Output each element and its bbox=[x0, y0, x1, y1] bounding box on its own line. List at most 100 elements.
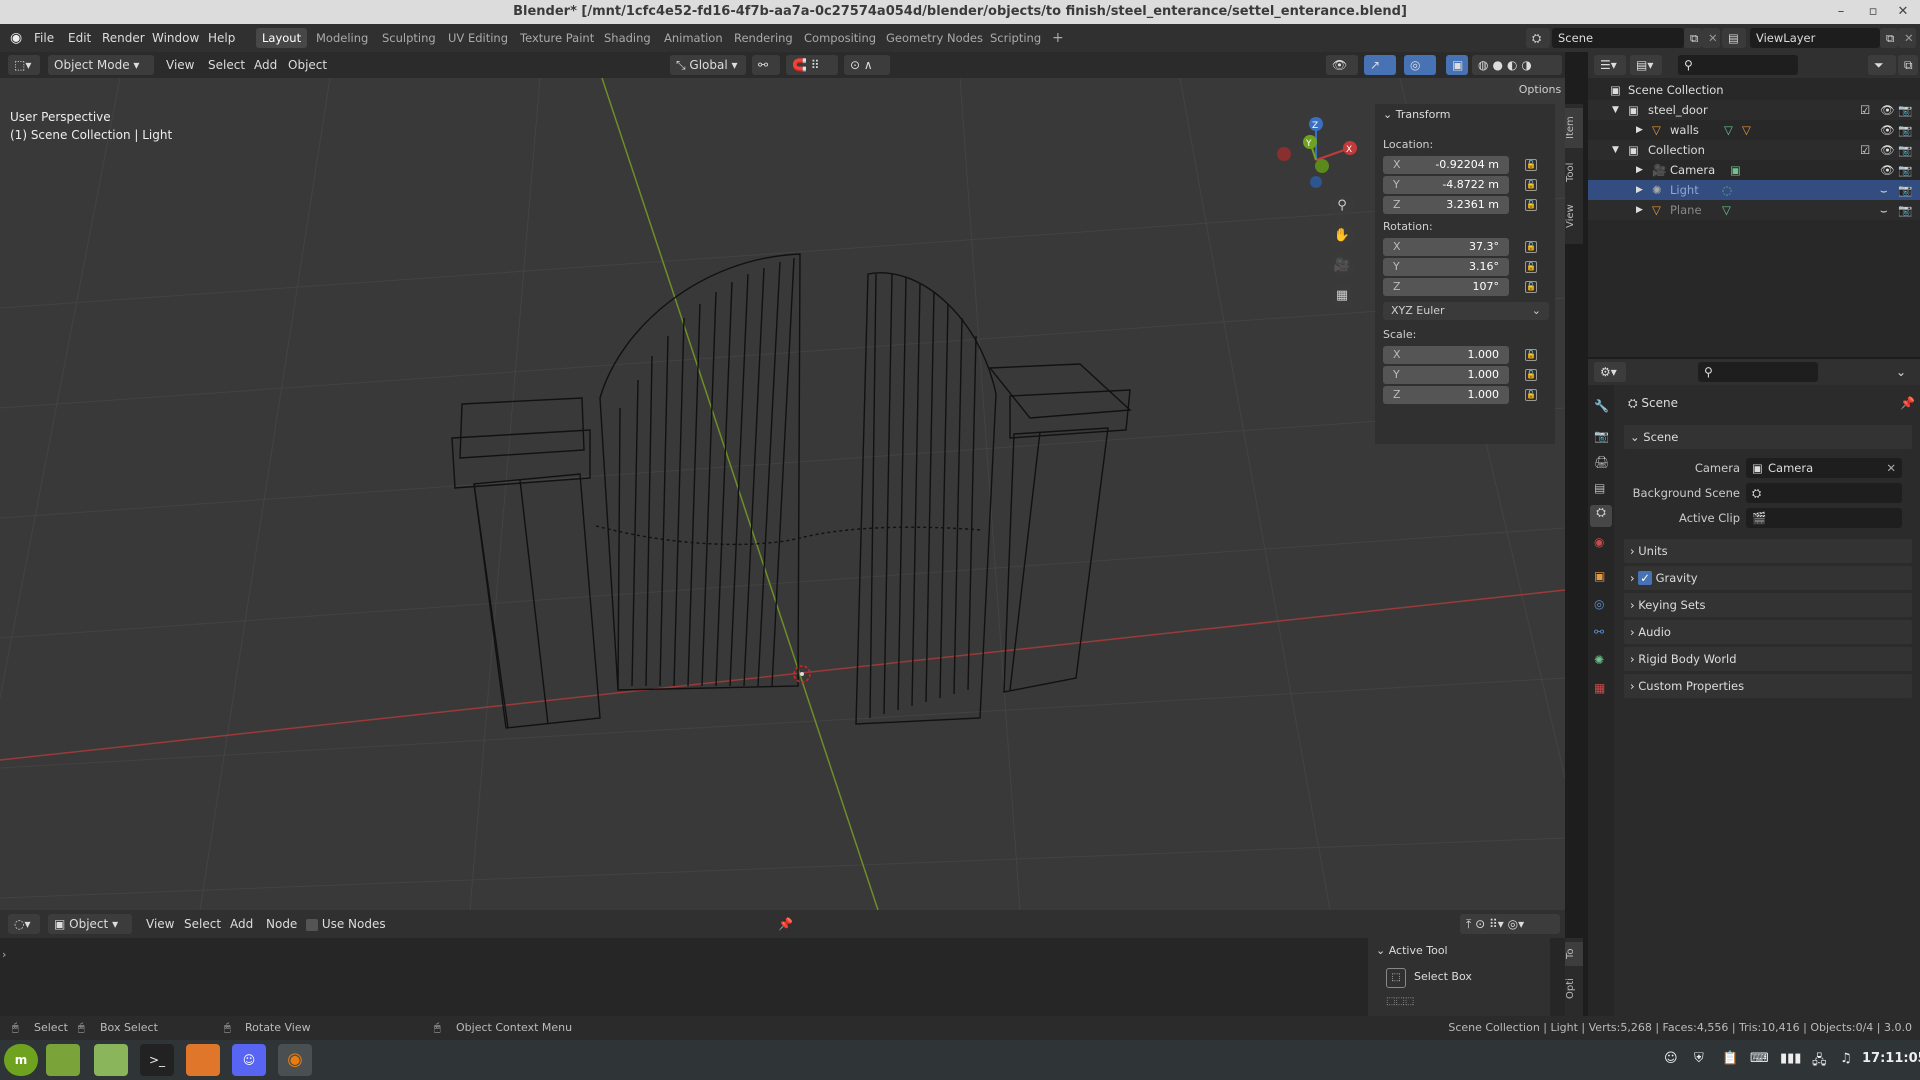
shader-overlay-icons[interactable]: ⤒ ⊙ ⠿▾ ◎▾ bbox=[1460, 914, 1560, 934]
viewport-menu-object[interactable]: Object bbox=[288, 55, 327, 75]
camera-restrict-icon[interactable]: 📷 bbox=[1898, 180, 1912, 200]
constraints-tab-icon[interactable]: ⚯ bbox=[1594, 625, 1604, 639]
viewport-menu-view[interactable]: View bbox=[166, 55, 194, 75]
menu-window[interactable]: Window bbox=[152, 29, 199, 47]
gravity-checkbox[interactable]: ✓ bbox=[1638, 571, 1652, 585]
output-tab-icon[interactable]: 🖨 bbox=[1594, 455, 1609, 469]
location-y-field[interactable]: Y -4.8722 m bbox=[1383, 176, 1509, 194]
ortho-grid-icon[interactable]: ▦ bbox=[1330, 284, 1354, 308]
view-layer-icon[interactable]: ▤ bbox=[1722, 28, 1746, 48]
tab-options-short[interactable]: Opti bbox=[1565, 972, 1583, 1006]
expand-icon[interactable]: ▶ bbox=[1636, 200, 1643, 220]
pin-icon[interactable]: 📌 bbox=[778, 914, 793, 934]
blender-logo-icon[interactable]: ◉ bbox=[10, 29, 22, 47]
tab-modeling[interactable]: Modeling bbox=[310, 28, 374, 48]
expand-icon[interactable]: ▶ bbox=[1636, 120, 1643, 140]
shader-type-dropdown[interactable]: ▣ Object ▾ bbox=[48, 914, 132, 934]
units-section[interactable]: › Units bbox=[1624, 539, 1912, 563]
tab-compositing[interactable]: Compositing bbox=[798, 28, 882, 48]
shader-menu-node[interactable]: Node bbox=[266, 914, 297, 934]
view-layer-selector[interactable]: ViewLayer bbox=[1750, 28, 1880, 48]
snap-icon[interactable]: 🧲 ⠿ bbox=[786, 55, 838, 75]
keying-sets-section[interactable]: › Keying Sets bbox=[1624, 593, 1912, 617]
maximize-button[interactable]: ▫ bbox=[1862, 0, 1884, 24]
lock-icon[interactable]: 🔓 bbox=[1525, 261, 1537, 273]
lock-icon[interactable]: 🔓 bbox=[1525, 241, 1537, 253]
use-nodes-checkbox[interactable] bbox=[306, 918, 318, 931]
outliner-root[interactable]: ▣ Scene Collection bbox=[1588, 80, 1920, 100]
properties-search-input[interactable]: ⚲ bbox=[1698, 362, 1818, 382]
new-view-layer-icon[interactable]: ⧉ bbox=[1880, 28, 1898, 48]
add-workspace-icon[interactable]: + bbox=[1046, 28, 1070, 48]
shader-menu-view[interactable]: View bbox=[146, 914, 174, 934]
scale-z-field[interactable]: Z 1.000 bbox=[1383, 386, 1509, 404]
camera-restrict-icon[interactable]: 📷 bbox=[1898, 200, 1912, 220]
orientation-dropdown[interactable]: ⤡ Global ▾ bbox=[670, 55, 746, 75]
minimize-button[interactable]: – bbox=[1830, 0, 1852, 24]
shader-editor-type-icon[interactable]: ◌▾ bbox=[8, 914, 40, 934]
shader-menu-select[interactable]: Select bbox=[184, 914, 221, 934]
network-icon[interactable]: 🖧 bbox=[1812, 1051, 1827, 1073]
eye-icon[interactable]: 👁 bbox=[1880, 120, 1895, 140]
display-mode-icon[interactable]: ▤▾ bbox=[1630, 55, 1662, 75]
object-data-tab-icon[interactable]: ✺ bbox=[1594, 653, 1604, 667]
remove-scene-icon[interactable]: ✕ bbox=[1702, 28, 1720, 48]
shader-sidebar-toggle-icon[interactable]: › bbox=[2, 948, 6, 961]
scene-tab-icon[interactable]: ⛭ bbox=[1590, 505, 1612, 527]
tab-shading[interactable]: Shading bbox=[598, 28, 657, 48]
physics-tab-icon[interactable]: ◎ bbox=[1594, 597, 1604, 611]
object-tab-icon[interactable]: ▣ bbox=[1594, 569, 1605, 583]
scene-type-icon[interactable]: ⛭ bbox=[1526, 28, 1550, 48]
proportional-edit-icon[interactable]: ⊙ ∧ bbox=[844, 55, 890, 75]
tab-geometry-nodes[interactable]: Geometry Nodes bbox=[880, 28, 989, 48]
lock-icon[interactable]: 🔓 bbox=[1525, 159, 1537, 171]
clipboard-icon[interactable]: 📋 bbox=[1722, 1051, 1738, 1066]
location-z-field[interactable]: Z 3.2361 m bbox=[1383, 196, 1509, 214]
discord-tray-icon[interactable]: ☺ bbox=[1664, 1051, 1678, 1066]
blender-taskbar-icon[interactable]: ◉ bbox=[278, 1044, 312, 1076]
render-tab-icon[interactable]: 📷 bbox=[1594, 429, 1609, 443]
firefox-icon[interactable] bbox=[186, 1044, 220, 1076]
camera-restrict-icon[interactable]: 📷 bbox=[1898, 140, 1912, 160]
tab-texture-paint[interactable]: Texture Paint bbox=[514, 28, 600, 48]
lock-icon[interactable]: 🔓 bbox=[1525, 281, 1537, 293]
expand-icon[interactable]: ▼ bbox=[1612, 140, 1619, 160]
expand-icon[interactable]: ▶ bbox=[1636, 180, 1643, 200]
shader-editor-area[interactable]: › bbox=[0, 938, 1565, 1016]
discord-icon[interactable]: ☺ bbox=[232, 1044, 266, 1076]
active-clip-field[interactable]: 🎬 bbox=[1746, 508, 1902, 528]
tab-rendering[interactable]: Rendering bbox=[728, 28, 799, 48]
clear-camera-icon[interactable]: ✕ bbox=[1886, 458, 1896, 478]
properties-options-icon[interactable]: ⌄ bbox=[1896, 362, 1916, 382]
outliner-item-walls[interactable]: ▶ ▽ walls ▽ ▽ 👁 📷 bbox=[1588, 120, 1920, 140]
pan-hand-icon[interactable]: ✋ bbox=[1330, 224, 1354, 248]
eye-hidden-icon[interactable]: ⌣ bbox=[1880, 200, 1888, 220]
language-flag-icon[interactable]: ▮▮▮ bbox=[1780, 1051, 1801, 1066]
tab-scripting[interactable]: Scripting bbox=[984, 28, 1047, 48]
camera-restrict-icon[interactable]: 📷 bbox=[1898, 100, 1912, 120]
use-nodes-toggle[interactable]: Use Nodes bbox=[306, 914, 386, 934]
navigation-gizmo[interactable]: Z X Y bbox=[1268, 112, 1358, 202]
tab-animation[interactable]: Animation bbox=[658, 28, 729, 48]
menu-edit[interactable]: Edit bbox=[68, 29, 91, 47]
tab-tool-short[interactable]: To bbox=[1565, 942, 1583, 966]
visibility-icon[interactable]: 👁 bbox=[1326, 55, 1358, 75]
object-mode-dropdown[interactable]: Object Mode ▾ bbox=[48, 55, 154, 75]
location-x-field[interactable]: X -0.92204 m bbox=[1383, 156, 1509, 174]
custom-properties-section[interactable]: › Custom Properties bbox=[1624, 674, 1912, 698]
rotation-y-field[interactable]: Y 3.16° bbox=[1383, 258, 1509, 276]
active-tool-header[interactable]: ⌄ Active Tool bbox=[1376, 944, 1448, 957]
checkbox-icon[interactable]: ☑ bbox=[1860, 100, 1870, 120]
remove-view-layer-icon[interactable]: ✕ bbox=[1898, 28, 1916, 48]
select-box-icon[interactable]: ⬚ bbox=[1386, 968, 1406, 988]
scale-y-field[interactable]: Y 1.000 bbox=[1383, 366, 1509, 384]
selection-mode-icons[interactable]: ⬚⬚⬚ bbox=[1386, 996, 1442, 1010]
world-tab-icon[interactable]: ◉ bbox=[1594, 535, 1604, 549]
audio-section[interactable]: › Audio bbox=[1624, 620, 1912, 644]
properties-editor-type-icon[interactable]: ⚙▾ bbox=[1594, 362, 1626, 382]
scene-section-header[interactable]: ⌄ Scene bbox=[1624, 425, 1912, 449]
3d-viewport[interactable]: User Perspective (1) Scene Collection | … bbox=[0, 78, 1565, 910]
zoom-icon[interactable]: ⚲ bbox=[1330, 194, 1354, 218]
eye-icon[interactable]: 👁 bbox=[1880, 140, 1895, 160]
new-collection-icon[interactable]: ⧉ bbox=[1898, 55, 1918, 75]
